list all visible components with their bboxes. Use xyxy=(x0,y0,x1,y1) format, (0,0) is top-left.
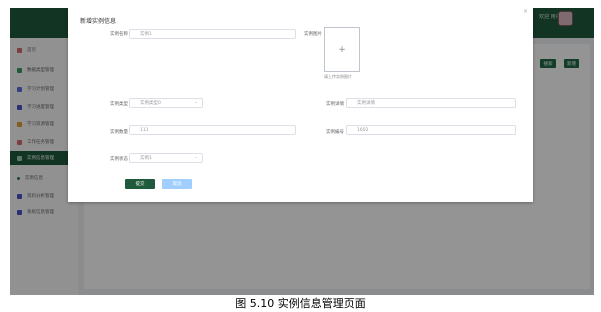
plus-icon: + xyxy=(338,44,346,55)
type-label: 实例类型 xyxy=(110,102,128,107)
detail-input[interactable]: 实例详情 xyxy=(346,98,516,108)
add-instance-dialog: 新增实例信息 × 实例名称 实例1 实例图片 + 请上传实例图片 实例类型 实例… xyxy=(68,8,533,202)
count-input[interactable]: 111 xyxy=(129,125,296,135)
image-upload[interactable]: + xyxy=(324,27,360,72)
status-select[interactable]: 实例1 ⌄ xyxy=(129,153,203,163)
figure-caption: 图 5.10 实例信息管理页面 xyxy=(235,297,366,310)
status-value: 实例1 xyxy=(140,156,152,161)
dialog-title: 新增实例信息 xyxy=(80,18,117,25)
name-value: 实例1 xyxy=(140,32,152,37)
submit-button[interactable]: 提交 xyxy=(125,179,155,189)
count-label: 实例数量 xyxy=(110,130,128,135)
type-value: 实例类型0 xyxy=(140,101,161,106)
status-label: 实例状态 xyxy=(110,157,128,162)
name-input[interactable]: 实例1 xyxy=(129,29,296,39)
image-label: 实例图片 xyxy=(304,32,322,37)
chevron-down-icon: ⌄ xyxy=(194,100,198,105)
code-label: 实例编号 xyxy=(326,130,344,135)
name-label: 实例名称 xyxy=(110,32,128,37)
code-input[interactable]: 1602 xyxy=(346,125,516,135)
chevron-down-icon: ⌄ xyxy=(194,155,198,160)
code-value: 1602 xyxy=(357,127,369,133)
count-value: 111 xyxy=(140,127,149,133)
close-icon[interactable]: × xyxy=(523,8,528,15)
upload-tip: 请上传实例图片 xyxy=(324,74,352,79)
type-select[interactable]: 实例类型0 ⌄ xyxy=(129,98,203,108)
screenshot: 欢迎 用户 首页 数据类型管理 学习计划管理 学习进度管理 学习资源管理 工作任… xyxy=(10,8,594,295)
cancel-button[interactable]: 取消 xyxy=(162,179,192,189)
detail-label: 实例详情 xyxy=(326,102,344,107)
detail-placeholder: 实例详情 xyxy=(357,101,375,106)
